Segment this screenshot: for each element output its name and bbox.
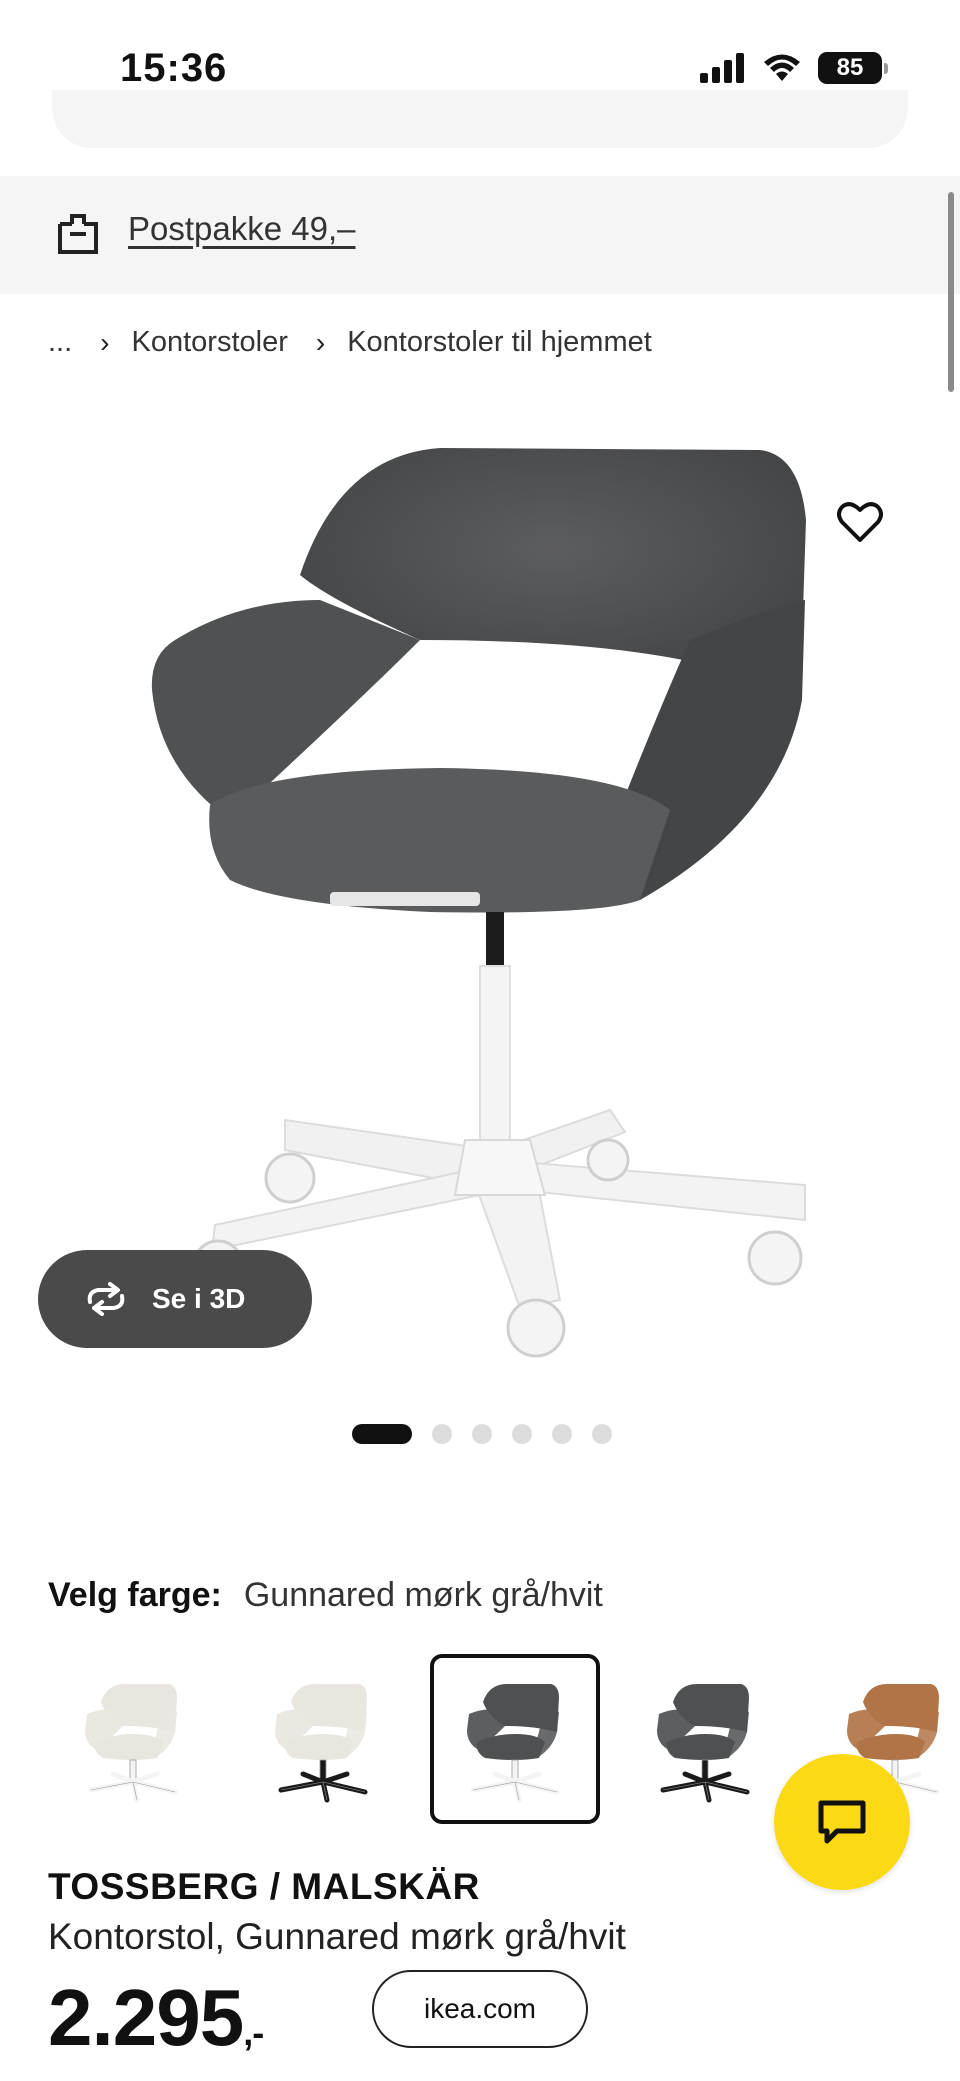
breadcrumb-item-kontorstoler-til-hjemmet[interactable]: Kontorstoler til hjemmet: [347, 326, 652, 359]
chair-thumbnail: [657, 1684, 750, 1803]
scrollbar[interactable]: [948, 192, 954, 392]
breadcrumb: ... › Kontorstoler › Kontorstoler til hj…: [48, 326, 652, 359]
view-3d-button[interactable]: Se i 3D: [38, 1250, 312, 1348]
chevron-right-icon: ›: [315, 326, 326, 358]
carousel-dot-active[interactable]: [352, 1424, 412, 1444]
battery-indicator: 85: [818, 52, 888, 84]
selected-color-name: Gunnared mørk grå/hvit: [243, 1576, 603, 1614]
package-box-icon: [58, 214, 98, 254]
carousel-dot[interactable]: [552, 1424, 572, 1444]
price-amount: 2.295: [48, 1973, 244, 2062]
browser-url-pill[interactable]: ikea.com: [372, 1970, 588, 2048]
carousel-dot[interactable]: [592, 1424, 612, 1444]
color-chooser-label: Velg farge:: [48, 1576, 222, 1614]
breadcrumb-ellipsis[interactable]: ...: [48, 326, 72, 359]
color-swatch[interactable]: [238, 1654, 408, 1824]
search-bar-remnant[interactable]: [52, 90, 908, 148]
product-page: 15:36 85 Postpakke 49,– ... › Kontorstol…: [0, 0, 960, 2081]
carousel-dot[interactable]: [472, 1424, 492, 1444]
chair-thumbnail: [467, 1684, 560, 1803]
price-suffix: ,-: [243, 2012, 264, 2053]
shipping-link[interactable]: Postpakke 49,–: [128, 210, 356, 248]
view-3d-label: Se i 3D: [152, 1283, 246, 1314]
color-swatch[interactable]: [48, 1654, 218, 1824]
rotate-3d-icon: [87, 1282, 125, 1316]
favorite-button[interactable]: [832, 494, 888, 550]
status-time: 15:36: [120, 46, 228, 90]
color-chooser: Velg farge: Gunnared mørk grå/hvit: [48, 1576, 603, 1615]
chair-thumbnail: [275, 1684, 368, 1803]
chair-thumbnail: [85, 1684, 178, 1803]
cellular-signal-icon: [700, 53, 744, 83]
chevron-right-icon: ›: [100, 326, 110, 358]
product-price: 2.295,-: [48, 1978, 264, 2058]
shipping-banner: Postpakke 49,–: [0, 176, 960, 294]
chat-bubble-icon: [818, 1800, 866, 1844]
chat-button[interactable]: [774, 1754, 910, 1890]
product-description: Kontorstol, Gunnared mørk grå/hvit: [48, 1916, 626, 1957]
breadcrumb-item-kontorstoler[interactable]: Kontorstoler: [132, 326, 288, 359]
heart-icon: [837, 502, 883, 542]
color-swatch[interactable]: [620, 1654, 790, 1824]
carousel-dot[interactable]: [512, 1424, 532, 1444]
carousel-dots: [352, 1424, 612, 1444]
wifi-icon: [764, 54, 800, 81]
status-icons: 85: [700, 52, 888, 84]
carousel-dot[interactable]: [432, 1424, 452, 1444]
product-name[interactable]: TOSSBERG / MALSKÄR: [48, 1866, 480, 1908]
color-swatch-selected[interactable]: [430, 1654, 600, 1824]
